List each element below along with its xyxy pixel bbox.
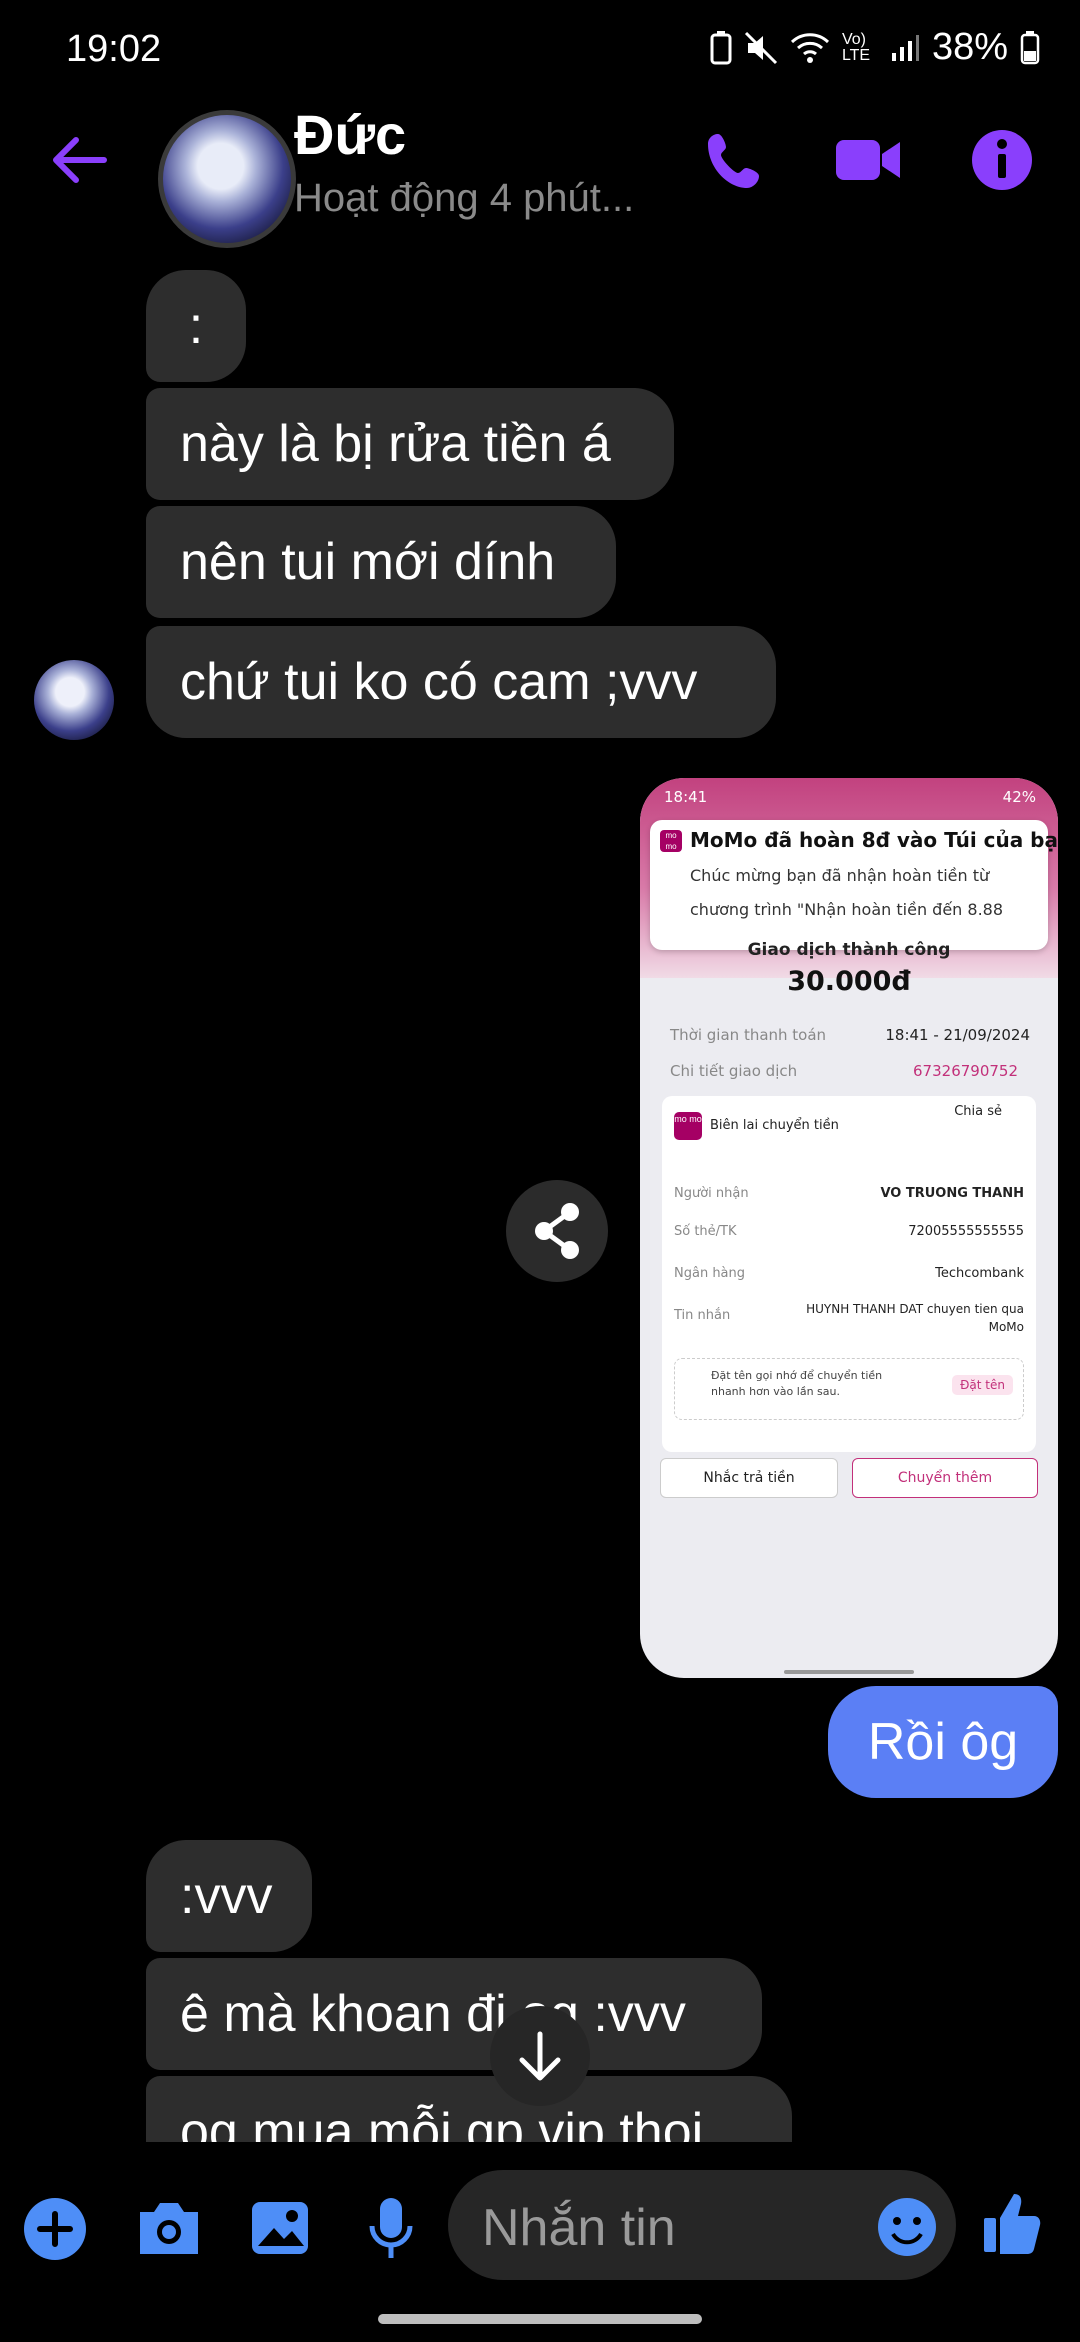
notif-title: MoMo đã hoàn 8đ vào Túi của bạn bbox=[690, 828, 1058, 852]
battery-percent: 38% bbox=[931, 26, 1008, 68]
gallery-icon[interactable] bbox=[248, 2196, 312, 2260]
signal-icon bbox=[891, 34, 919, 61]
message-bubble[interactable]: chứ tui ko có cam ;vvv bbox=[146, 626, 776, 738]
receipt-logo: mo mo bbox=[674, 1112, 702, 1140]
notif-body-2: chương trình "Nhận hoàn tiền đến 8.88 bbox=[690, 900, 1004, 919]
scroll-to-bottom-button[interactable] bbox=[490, 2006, 590, 2106]
status-icons: Vo) LTE 38% bbox=[710, 26, 1040, 69]
tip-text-1: Đặt tên gọi nhớ để chuyển tiền bbox=[711, 1369, 883, 1382]
emoji-icon[interactable] bbox=[876, 2196, 938, 2258]
transfer-more-button: Chuyển thêm bbox=[852, 1458, 1038, 1498]
message-bubble[interactable]: ê mà khoan đi og :vvv bbox=[146, 1958, 762, 2070]
detail-label: Chi tiết giao dịch bbox=[670, 1062, 798, 1080]
shot-battery: 42% bbox=[1002, 788, 1036, 806]
message-label: Tin nhắn bbox=[674, 1308, 731, 1323]
remind-button: Nhắc trả tiền bbox=[660, 1458, 838, 1498]
transaction-amount: 30.000đ bbox=[787, 966, 911, 997]
message-bubble[interactable]: : bbox=[146, 270, 246, 382]
notif-body-1: Chúc mừng bạn đã nhận hoàn tiền từ bbox=[690, 866, 990, 885]
camera-icon[interactable] bbox=[134, 2198, 204, 2258]
thumbs-up-icon[interactable] bbox=[982, 2190, 1042, 2256]
message-input-placeholder: Nhắn tin bbox=[482, 2199, 676, 2257]
active-status: Hoạt động 4 phút... bbox=[294, 176, 635, 220]
account-value: 72005555555555 bbox=[908, 1224, 1024, 1239]
microphone-icon[interactable] bbox=[366, 2196, 416, 2262]
message-value-2: MoMo bbox=[988, 1320, 1024, 1334]
network-type: Vo) LTE bbox=[841, 30, 871, 64]
message-value-1: HUYNH THANH DAT chuyen tien qua bbox=[806, 1302, 1024, 1316]
mute-icon bbox=[744, 31, 777, 64]
time-value: 18:41 - 21/09/2024 bbox=[885, 1026, 1030, 1044]
share-icon bbox=[535, 1203, 579, 1259]
tip-text-2: nhanh hơn vào lần sau. bbox=[711, 1385, 840, 1398]
video-call-icon[interactable] bbox=[832, 124, 904, 196]
detail-value: 67326790752 bbox=[913, 1062, 1018, 1080]
home-indicator bbox=[378, 2314, 702, 2324]
notification-card: mo mo MoMo đã hoàn 8đ vào Túi của bạn Ch… bbox=[650, 820, 1058, 950]
add-icon[interactable] bbox=[22, 2196, 88, 2262]
account-label: Số thẻ/TK bbox=[674, 1224, 737, 1239]
bank-value: Techcombank bbox=[935, 1266, 1024, 1281]
sender-avatar bbox=[34, 660, 114, 740]
wifi-icon bbox=[790, 32, 829, 63]
status-time: 19:02 bbox=[66, 28, 162, 70]
receipt-title: Biên lai chuyển tiền bbox=[710, 1118, 839, 1133]
battery-icon bbox=[1020, 30, 1040, 64]
image-attachment[interactable]: 18:41 42% mo mo MoMo đã hoàn 8đ vào Túi … bbox=[640, 778, 1058, 1678]
receiver-label: Người nhận bbox=[674, 1186, 749, 1201]
share-label: Chia sẻ bbox=[954, 1104, 1002, 1119]
momo-logo: mo mo bbox=[660, 830, 682, 852]
message-bubble[interactable]: nên tui mới dính bbox=[146, 506, 616, 618]
tip-box: Đặt tên gọi nhớ để chuyển tiền nhanh hơn… bbox=[674, 1358, 1024, 1420]
time-label: Thời gian thanh toán bbox=[670, 1026, 827, 1044]
share-button[interactable] bbox=[506, 1180, 608, 1282]
receipt-panel: mo mo Biên lai chuyển tiền Chia sẻ Người… bbox=[662, 1096, 1036, 1452]
transaction-result: Giao dịch thành công bbox=[747, 940, 951, 960]
phone-call-icon[interactable] bbox=[700, 124, 772, 196]
back-arrow-icon[interactable] bbox=[44, 124, 116, 196]
bank-label: Ngân hàng bbox=[674, 1266, 746, 1281]
shot-home-bar bbox=[784, 1670, 914, 1674]
receiver-value: VO TRUONG THANH bbox=[880, 1186, 1024, 1201]
info-icon[interactable] bbox=[966, 124, 1038, 196]
contact-avatar[interactable] bbox=[158, 110, 296, 248]
contact-name[interactable]: Đức bbox=[294, 102, 406, 167]
set-name-button: Đặt tên bbox=[952, 1375, 1013, 1395]
battery-saver-icon bbox=[710, 30, 732, 64]
message-bubble[interactable]: :vvv bbox=[146, 1840, 312, 1952]
message-bubble[interactable]: này là bị rửa tiền á bbox=[146, 388, 674, 500]
shot-time: 18:41 bbox=[664, 788, 708, 806]
arrow-down-icon bbox=[519, 2031, 561, 2081]
sent-message-bubble[interactable]: Rồi ôg bbox=[828, 1686, 1058, 1798]
